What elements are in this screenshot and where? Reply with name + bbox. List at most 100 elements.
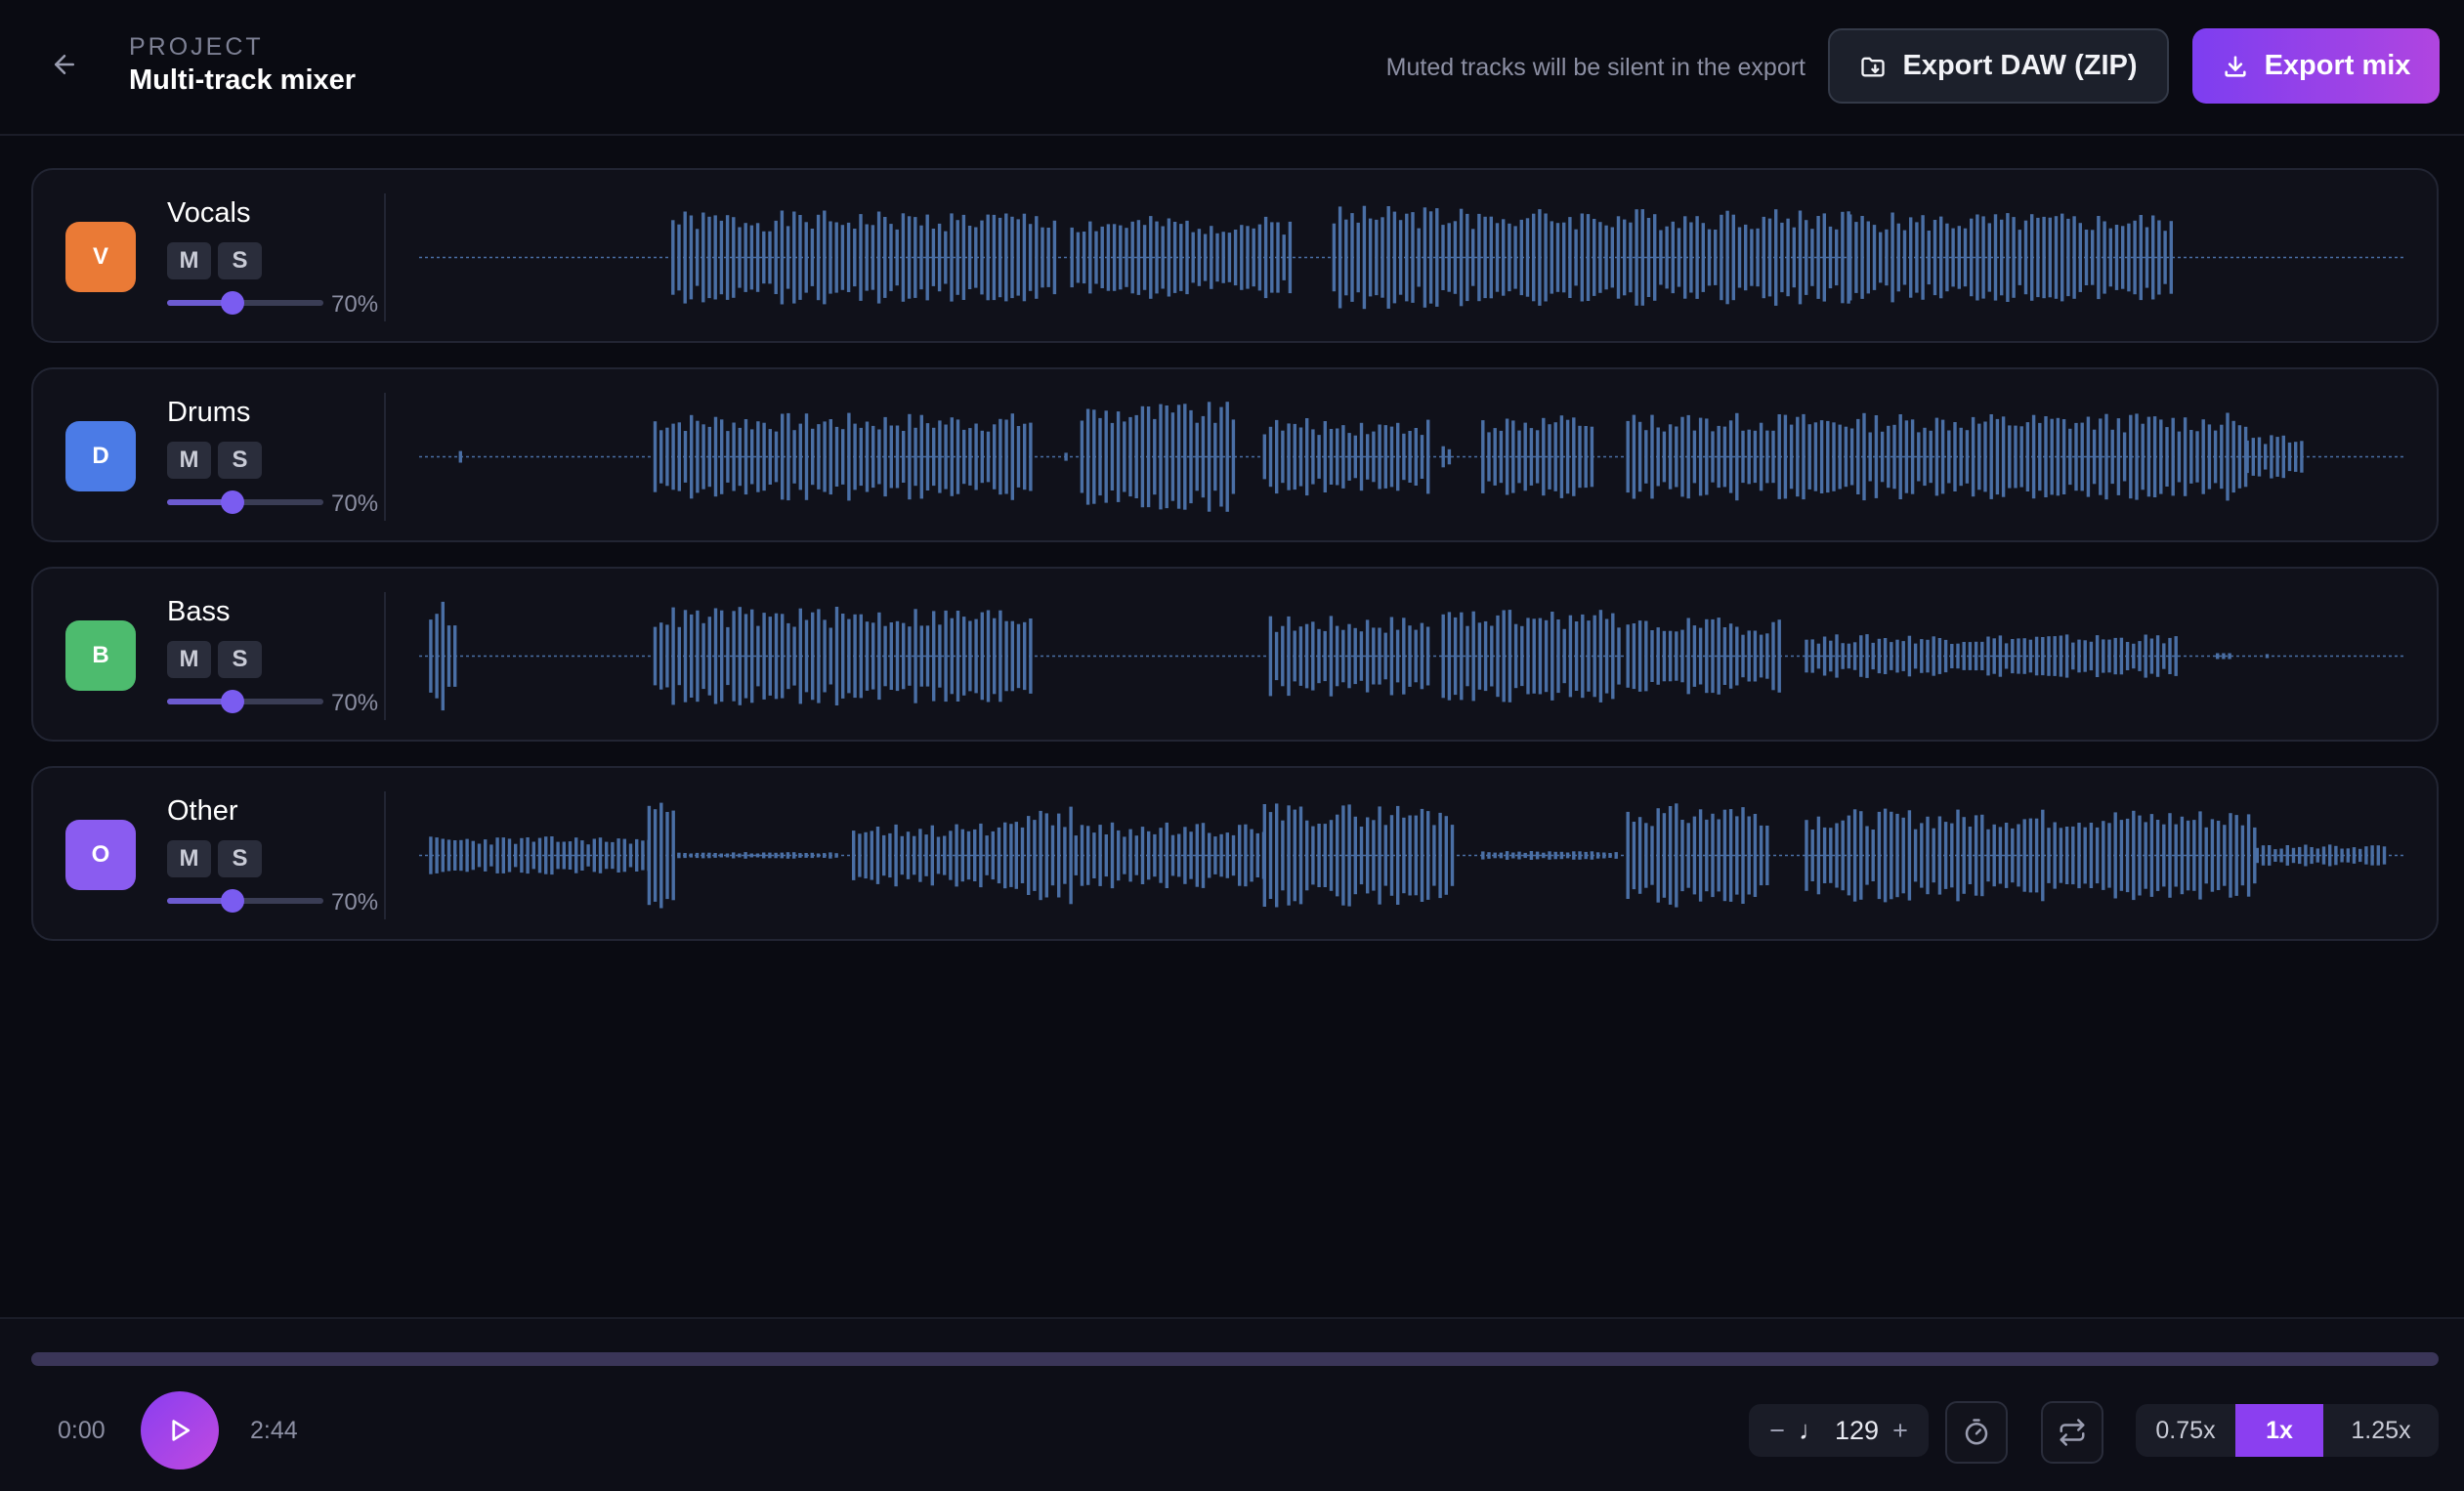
waveform[interactable] — [419, 387, 2404, 527]
solo-button[interactable]: S — [218, 442, 262, 479]
mute-button[interactable]: M — [167, 840, 211, 877]
waveform-bar — [690, 414, 694, 499]
speed-option[interactable]: 0.75x — [2136, 1404, 2235, 1457]
waveform-bar — [1159, 828, 1163, 883]
waveform-bar — [894, 824, 898, 887]
waveform-bar — [1538, 618, 1543, 695]
waveform[interactable] — [419, 586, 2404, 726]
waveform-bar — [2237, 425, 2242, 489]
waveform-bar — [1943, 822, 1948, 889]
waveform-bar — [1483, 216, 1487, 299]
volume-thumb[interactable] — [221, 291, 245, 315]
waveform-bar — [1968, 642, 1973, 670]
waveform-bar — [1901, 641, 1905, 671]
waveform-bar — [1874, 415, 1879, 498]
waveform-bar — [695, 852, 700, 859]
waveform-bar — [1023, 423, 1027, 490]
waveform-bar — [1847, 815, 1851, 896]
transport-bar: 0:00 2:44 − ♩ 129 + 0.75x 1x 1.25x — [0, 1317, 2464, 1491]
waveform-bar — [1142, 225, 1147, 290]
volume-thumb[interactable] — [221, 690, 245, 713]
metronome-button[interactable] — [1945, 1401, 2008, 1464]
waveform-bar — [834, 607, 839, 705]
waveform-bar — [1637, 817, 1642, 894]
speed-option[interactable]: 1x — [2235, 1404, 2323, 1457]
volume-thumb[interactable] — [221, 490, 245, 514]
waveform[interactable] — [419, 188, 2404, 327]
playback-progress[interactable] — [31, 1352, 2439, 1366]
waveform-bar — [1859, 635, 1863, 677]
waveform-bar — [1662, 431, 1667, 483]
waveform-bar — [2034, 636, 2039, 676]
waveform-bar — [786, 852, 790, 859]
waveform-bar — [1508, 223, 1511, 292]
waveform-bar — [1616, 216, 1621, 299]
waveform-bar — [1626, 420, 1630, 493]
play-button[interactable] — [141, 1391, 219, 1470]
waveform-bar — [1268, 616, 1273, 697]
waveform-bar — [2358, 848, 2362, 863]
waveform-bar — [774, 220, 778, 294]
tempo-decrease-button[interactable]: − — [1766, 1416, 1788, 1446]
volume-thumb[interactable] — [221, 889, 245, 913]
export-mix-button[interactable]: Export mix — [2192, 28, 2440, 104]
speed-option[interactable]: 1.25x — [2323, 1404, 2439, 1457]
waveform-bar — [1134, 835, 1138, 875]
waveform-bar — [1551, 612, 1554, 701]
waveform-bar — [484, 839, 488, 872]
mute-button[interactable]: M — [167, 242, 211, 279]
waveform-bar — [1584, 851, 1588, 860]
waveform-bar — [1353, 816, 1357, 895]
waveform-bar — [2122, 432, 2127, 482]
waveform-bar — [792, 852, 796, 859]
loop-button[interactable] — [2041, 1401, 2103, 1464]
waveform-bar — [1526, 618, 1530, 695]
waveform-bar — [1856, 418, 1860, 494]
solo-button[interactable]: S — [218, 840, 262, 877]
waveform-bar — [2038, 422, 2042, 491]
waveform-bar — [1608, 853, 1612, 858]
waveform-bar — [817, 424, 821, 490]
waveform-bar — [2220, 424, 2224, 490]
waveform-bar — [1653, 214, 1657, 301]
waveform-bar — [1956, 809, 1960, 902]
waveform-bar — [1070, 227, 1074, 288]
waveform-bar — [2133, 220, 2137, 295]
waveform-bar — [2104, 413, 2108, 500]
waveform-bar — [616, 838, 620, 873]
waveform-bar — [816, 214, 821, 301]
waveform[interactable] — [419, 786, 2404, 925]
waveform-bar — [1866, 221, 1870, 294]
volume-slider[interactable] — [167, 291, 323, 315]
waveform-bar — [1680, 629, 1684, 683]
waveform-bar — [1147, 831, 1151, 880]
volume-slider[interactable] — [167, 490, 323, 514]
waveform-bar — [750, 609, 754, 703]
solo-button[interactable]: S — [218, 242, 262, 279]
waveform-bar — [1980, 641, 1984, 670]
waveform-bar — [1221, 232, 1225, 283]
waveform-bar — [924, 834, 928, 876]
export-daw-button[interactable]: Export DAW (ZIP) — [1828, 28, 2169, 104]
solo-button[interactable]: S — [218, 641, 262, 678]
waveform-bar — [1028, 224, 1033, 291]
volume-slider[interactable] — [167, 690, 323, 713]
waveform-bar — [1195, 422, 1199, 491]
volume-slider[interactable] — [167, 889, 323, 913]
waveform-bar — [944, 424, 948, 490]
waveform-bar — [1753, 430, 1758, 484]
waveform-bar — [1020, 827, 1025, 883]
mute-button[interactable]: M — [167, 641, 211, 678]
waveform-bar — [1971, 416, 1975, 497]
waveform-bar — [732, 852, 736, 859]
back-button[interactable] — [43, 43, 86, 86]
waveform-bar — [1756, 228, 1760, 287]
waveform-bar — [429, 836, 433, 874]
mute-button[interactable]: M — [167, 442, 211, 479]
waveform-bar — [2234, 815, 2238, 896]
waveform-bar — [1499, 430, 1504, 484]
waveform-bar — [2080, 422, 2084, 491]
waveform-bar — [2180, 816, 2185, 895]
tempo-increase-button[interactable]: + — [1890, 1416, 1911, 1446]
waveform-bar — [786, 622, 790, 690]
